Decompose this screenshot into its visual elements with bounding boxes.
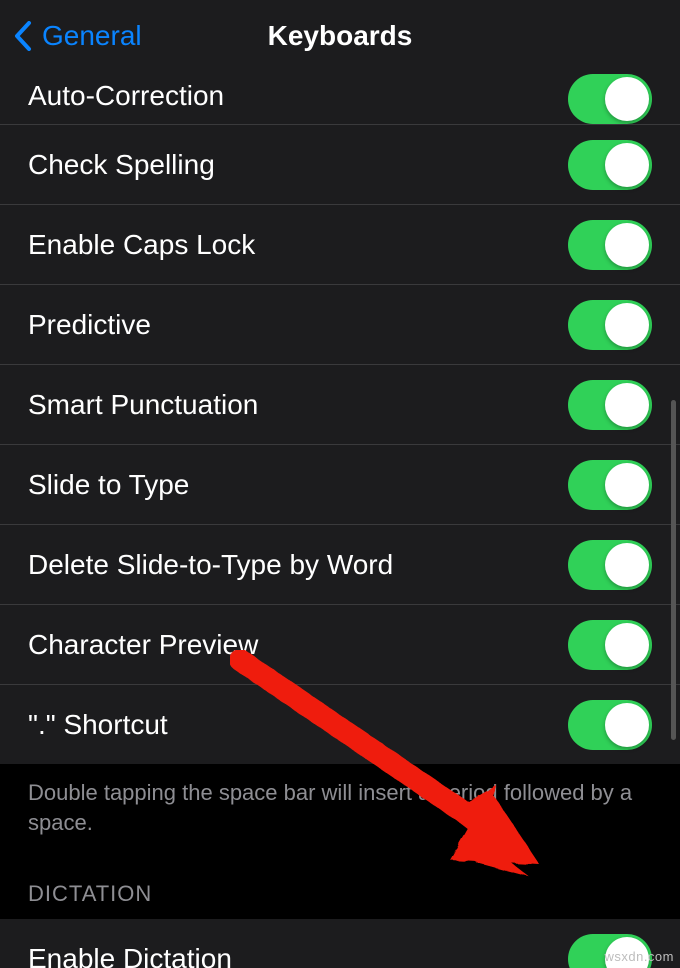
row-check-spelling[interactable]: Check Spelling xyxy=(0,124,680,204)
switch-check-spelling[interactable] xyxy=(568,140,652,190)
row-label: Slide to Type xyxy=(28,469,189,501)
settings-group-keyboard: Auto-Correction Check Spelling Enable Ca… xyxy=(0,72,680,764)
row-enable-caps-lock[interactable]: Enable Caps Lock xyxy=(0,204,680,284)
row-label: Enable Caps Lock xyxy=(28,229,255,261)
back-label: General xyxy=(42,20,142,52)
watermark: wsxdn.com xyxy=(604,949,674,964)
switch-smart-punctuation[interactable] xyxy=(568,380,652,430)
switch-character-preview[interactable] xyxy=(568,620,652,670)
row-period-shortcut[interactable]: "." Shortcut xyxy=(0,684,680,764)
switch-enable-caps-lock[interactable] xyxy=(568,220,652,270)
row-label: Character Preview xyxy=(28,629,258,661)
row-label: Smart Punctuation xyxy=(28,389,258,421)
row-predictive[interactable]: Predictive xyxy=(0,284,680,364)
switch-predictive[interactable] xyxy=(568,300,652,350)
switch-knob xyxy=(605,303,649,347)
switch-period-shortcut[interactable] xyxy=(568,700,652,750)
chevron-left-icon xyxy=(14,22,32,50)
switch-knob xyxy=(605,623,649,667)
row-label: Check Spelling xyxy=(28,149,215,181)
section-header-dictation: DICTATION xyxy=(0,857,680,919)
footer-period-help: Double tapping the space bar will insert… xyxy=(0,764,680,857)
switch-knob xyxy=(605,703,649,747)
row-label: Enable Dictation xyxy=(28,943,232,968)
switch-knob xyxy=(605,383,649,427)
row-auto-correction[interactable]: Auto-Correction xyxy=(0,72,680,124)
settings-group-dictation: Enable Dictation xyxy=(0,919,680,968)
row-enable-dictation[interactable]: Enable Dictation xyxy=(0,919,680,968)
switch-knob xyxy=(605,77,649,121)
switch-slide-to-type[interactable] xyxy=(568,460,652,510)
switch-knob xyxy=(605,143,649,187)
page-title: Keyboards xyxy=(268,20,413,52)
switch-delete-slide-to-type[interactable] xyxy=(568,540,652,590)
row-label: Delete Slide-to-Type by Word xyxy=(28,549,393,581)
row-label: Predictive xyxy=(28,309,151,341)
back-button[interactable]: General xyxy=(14,0,142,72)
scroll-indicator[interactable] xyxy=(671,400,676,740)
switch-auto-correction[interactable] xyxy=(568,74,652,124)
row-slide-to-type[interactable]: Slide to Type xyxy=(0,444,680,524)
row-smart-punctuation[interactable]: Smart Punctuation xyxy=(0,364,680,444)
navbar: General Keyboards xyxy=(0,0,680,72)
row-label: Auto-Correction xyxy=(28,72,224,112)
row-label: "." Shortcut xyxy=(28,709,168,741)
row-delete-slide-to-type[interactable]: Delete Slide-to-Type by Word xyxy=(0,524,680,604)
row-character-preview[interactable]: Character Preview xyxy=(0,604,680,684)
switch-knob xyxy=(605,463,649,507)
switch-knob xyxy=(605,543,649,587)
switch-knob xyxy=(605,223,649,267)
